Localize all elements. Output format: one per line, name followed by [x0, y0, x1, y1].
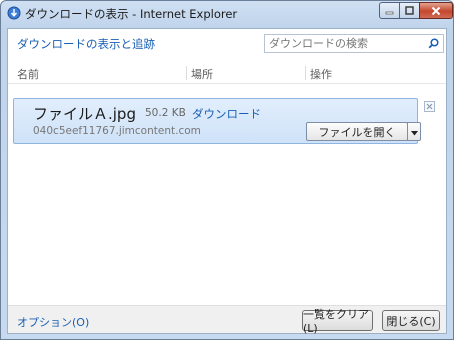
header-divider — [8, 83, 446, 84]
search-icon[interactable] — [428, 38, 439, 52]
ie-download-icon — [7, 6, 21, 20]
open-file-button[interactable]: ファイルを開く — [306, 122, 408, 141]
download-item[interactable]: ファイルＡ.jpg 50.2 KB ダウンロード 040c5eef11767.j… — [13, 98, 421, 144]
window-title: ダウンロードの表示 - Internet Explorer — [25, 7, 238, 21]
client-area: ダウンロードの表示と追跡 名前 場所 操作 ファイルＡ.jpg 50.2 KB … — [7, 28, 447, 335]
column-header-name[interactable]: 名前 — [17, 66, 39, 82]
options-link[interactable]: オプション(O) — [17, 314, 89, 330]
title-bar[interactable]: ダウンロードの表示 - Internet Explorer — [1, 1, 453, 27]
download-manager-window: ダウンロードの表示 - Internet Explorer ダウンロードの表示と… — [0, 0, 454, 340]
view-and-track-downloads-link[interactable]: ダウンロードの表示と追跡 — [17, 36, 155, 52]
close-window-button[interactable] — [419, 2, 453, 19]
column-divider — [305, 66, 306, 80]
maximize-button[interactable] — [399, 2, 420, 19]
column-divider — [186, 66, 187, 80]
column-header-location[interactable]: 場所 — [191, 66, 213, 82]
search-input[interactable] — [269, 37, 419, 50]
clear-list-button[interactable]: 一覧をクリア(L) — [302, 308, 373, 335]
minimize-button[interactable] — [379, 2, 400, 19]
column-header-actions[interactable]: 操作 — [310, 66, 332, 82]
download-filesize: 50.2 KB — [145, 107, 186, 119]
chevron-down-icon — [410, 125, 418, 139]
download-filename: ファイルＡ.jpg — [33, 105, 136, 123]
download-source: 040c5eef11767.jimcontent.com — [33, 125, 201, 137]
remove-item-button[interactable] — [424, 101, 435, 112]
download-location-link[interactable]: ダウンロード — [192, 106, 261, 122]
open-options-dropdown[interactable] — [407, 122, 421, 141]
search-box[interactable] — [264, 34, 444, 53]
footer-bar: オプション(O) 一覧をクリア(L) 閉じる(C) — [8, 305, 446, 335]
close-button[interactable]: 閉じる(C) — [382, 310, 440, 331]
